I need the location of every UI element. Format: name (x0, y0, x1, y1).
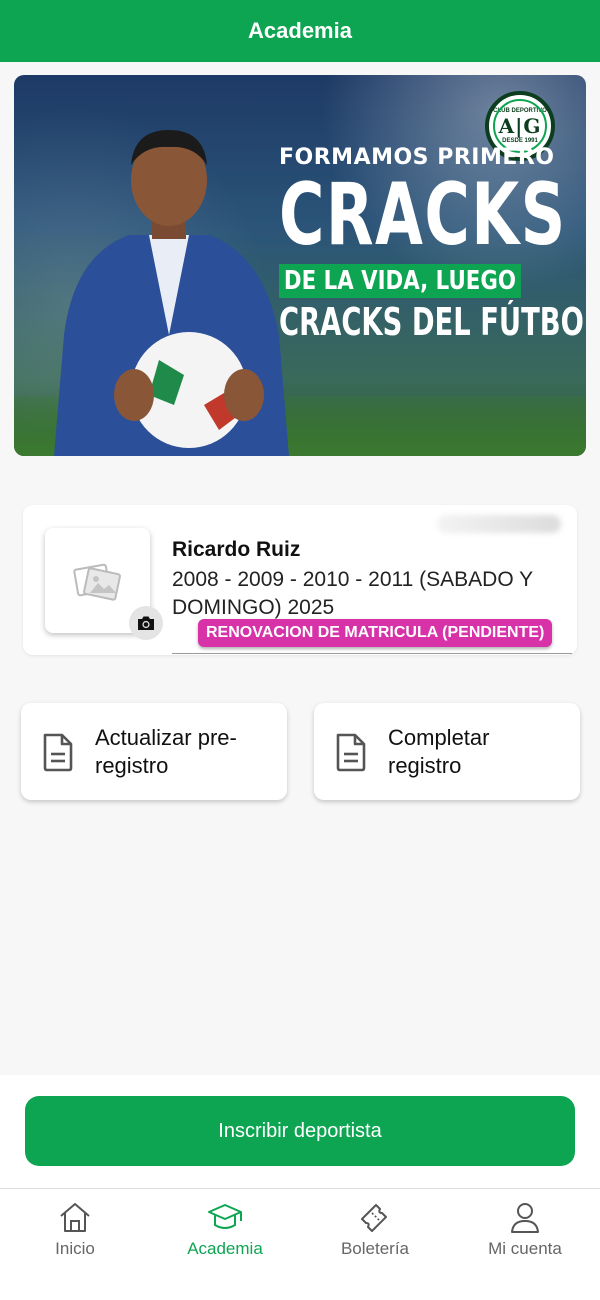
tab-mi-cuenta[interactable]: Mi cuenta (450, 1189, 600, 1300)
divider (172, 653, 572, 654)
tagline-line-2: CRACKS (279, 165, 567, 265)
document-icon (43, 733, 73, 771)
tab-label: Academia (187, 1239, 263, 1258)
update-pre-registration-label: Actualizar pre-registro (95, 724, 237, 778)
promo-banner[interactable]: CLUB DEPORTIVO A|G DESDE 1991 FORMAMOS P… (14, 75, 586, 456)
update-pre-registration-button[interactable]: Actualizar pre-registro (21, 703, 287, 800)
document-icon (336, 733, 366, 771)
camera-icon[interactable] (129, 606, 163, 640)
athlete-card[interactable]: Ricardo Ruiz 2008 - 2009 - 2010 - 2011 (… (23, 505, 577, 655)
page-title: Academia (248, 18, 352, 43)
ticket-icon (361, 1204, 387, 1232)
tab-inicio[interactable]: Inicio (0, 1189, 150, 1300)
tagline-line-3: DE LA VIDA, LUEGO (279, 264, 521, 298)
tab-academia[interactable]: Academia (150, 1189, 300, 1300)
complete-registration-label: Completar registro (388, 724, 490, 778)
image-placeholder-icon (72, 563, 121, 601)
graduation-cap-icon (208, 1204, 242, 1229)
tab-label: Boletería (340, 1239, 410, 1258)
athlete-category: 2008 - 2009 - 2010 - 2011 (SABADO Y DOMI… (172, 568, 533, 619)
status-badge: RENOVACION DE MATRICULA (PENDIENTE) (198, 619, 553, 647)
complete-registration-button[interactable]: Completar registro (314, 703, 580, 800)
tab-label: Inicio (55, 1239, 95, 1258)
register-athlete-label: Inscribir deportista (218, 1119, 382, 1142)
athlete-name: Ricardo Ruiz (172, 538, 301, 561)
app-header: Academia (0, 0, 600, 62)
tagline-line-4: CRACKS DEL FÚTBOL (279, 300, 586, 344)
tab-label: Mi cuenta (488, 1239, 562, 1258)
banner-tagline: FORMAMOS PRIMERO CRACKS DE LA VIDA, LUEG… (279, 145, 586, 344)
user-icon (511, 1203, 539, 1233)
register-athlete-button[interactable]: Inscribir deportista (25, 1096, 575, 1166)
home-icon (60, 1203, 90, 1232)
bottom-tab-bar: Inicio Academia Boletería Mi cuenta (0, 1188, 600, 1300)
coach-with-ball-image (54, 130, 289, 456)
blurred-tag (437, 515, 561, 533)
tab-boleteria[interactable]: Boletería (300, 1189, 450, 1300)
